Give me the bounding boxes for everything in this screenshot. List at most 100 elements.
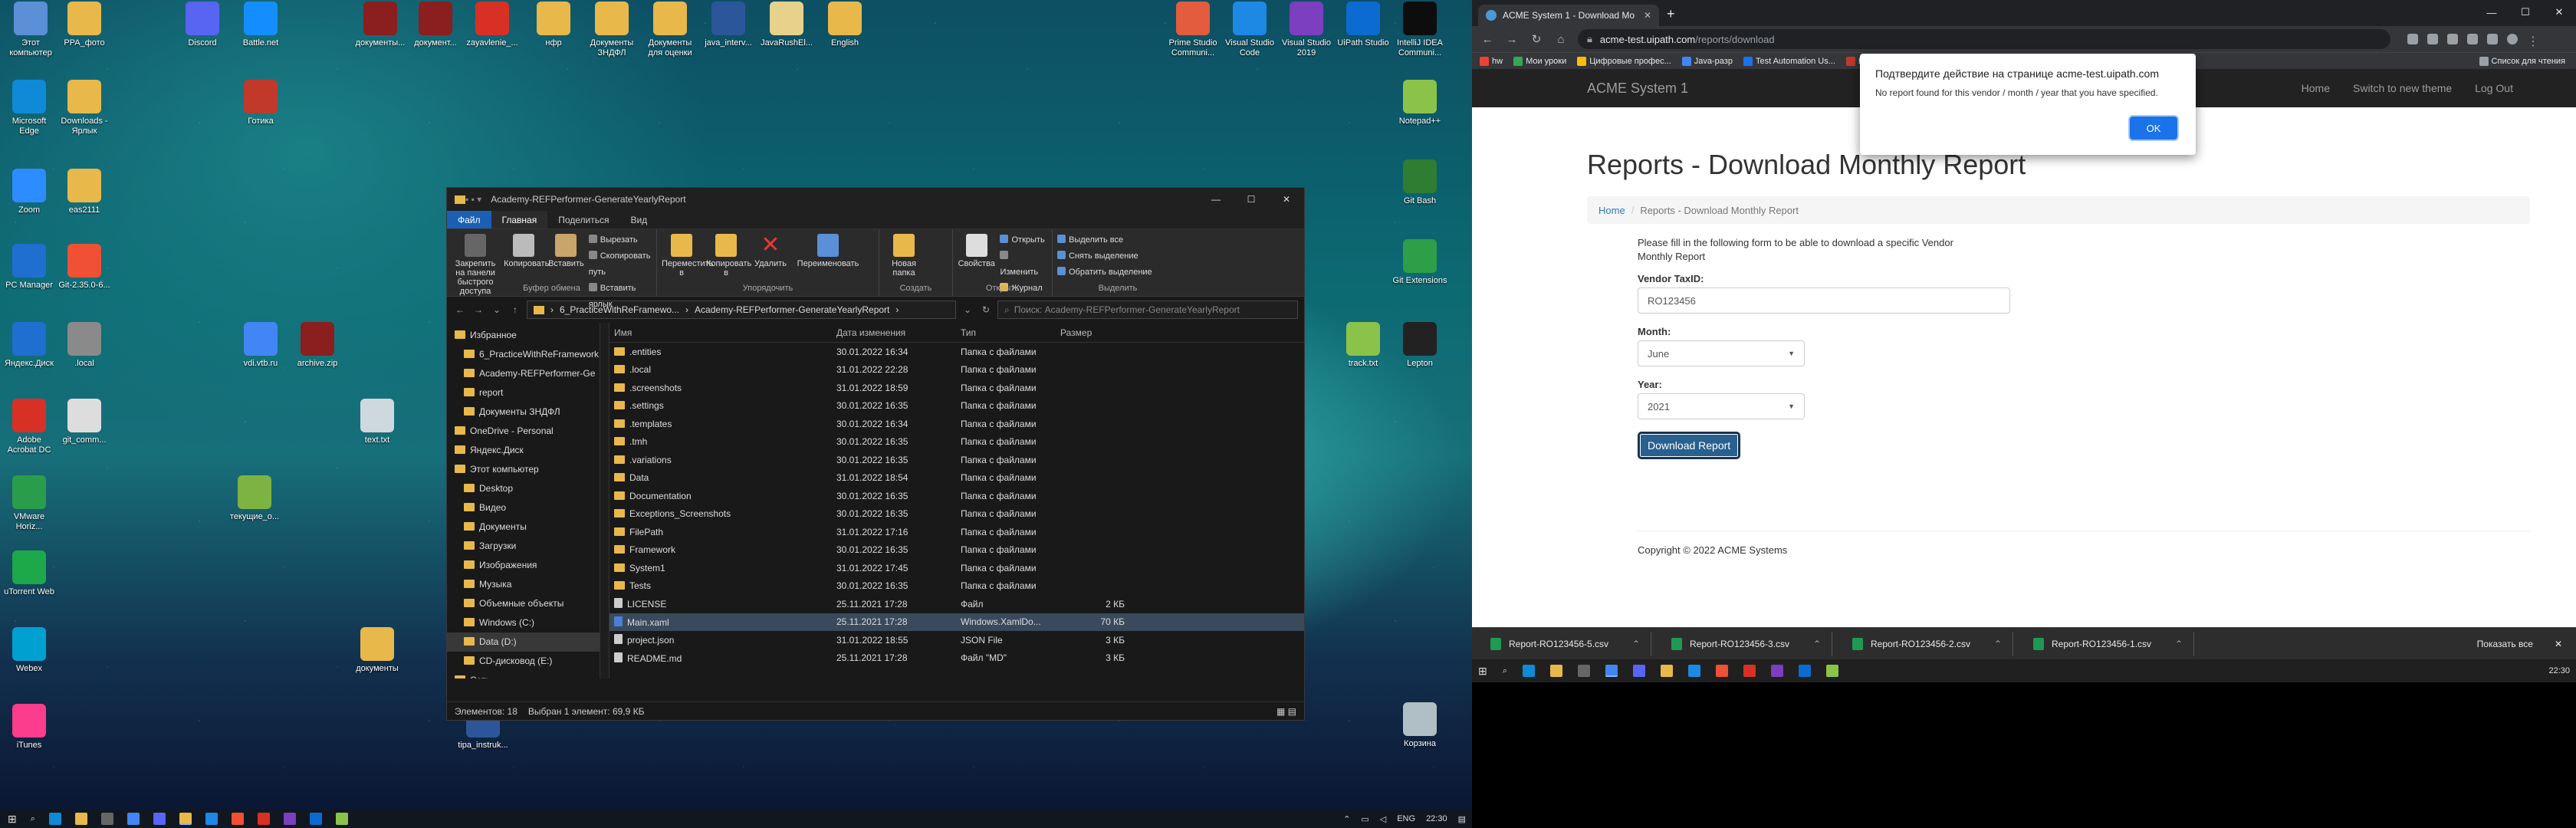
tree-item[interactable]: CD-дисковод (E:) [447,652,600,671]
desktop-icon[interactable]: English [817,2,872,48]
column-date[interactable]: Дата изменения [832,327,956,338]
star-icon[interactable] [2447,34,2458,44]
desktop-icon[interactable]: Adobe Acrobat DC [2,399,57,455]
explorer-active-taskbar-icon[interactable] [179,813,192,825]
discord-taskbar-icon[interactable] [153,813,166,825]
bookmark-item[interactable]: Цифровые профес... [1577,56,1671,66]
desktop-icon[interactable]: документы... [353,2,408,48]
file-row[interactable]: System1 31.01.2022 17:45 Папка с файлами [610,559,1304,577]
path-segment[interactable]: Academy-REFPerformer-GenerateYearlyRepor… [695,304,889,315]
tree-item[interactable]: 6_PracticeWithReFramework [447,345,600,364]
tree-item[interactable]: Data (D:) [447,632,600,652]
windows-start-icon[interactable]: ⊞ [1478,665,1487,678]
desktop-icon[interactable]: Microsoft Edge [2,80,57,136]
desktop-icon[interactable]: java_interv... [701,2,756,48]
edit-button[interactable]: Изменить [1000,248,1047,281]
acrobat-taskbar-icon[interactable] [257,813,270,825]
desktop-icon[interactable]: track.txt [1336,322,1391,369]
file-row[interactable]: .screenshots 31.01.2022 18:59 Папка с файл… [610,379,1304,397]
desktop-icon[interactable]: eas2111 [57,169,112,215]
vendor-taxid-input[interactable]: RO123456 [1638,288,2010,314]
tree-item[interactable]: Видео [447,498,600,518]
tab-file[interactable]: Файл [447,211,491,228]
download-item[interactable]: Report-RO123456-2.csv ⌃ [1845,631,2013,656]
store-taskbar-icon[interactable] [100,813,113,825]
select-none-button[interactable]: Снять выделение [1057,248,1152,264]
desktop-icon[interactable]: Battle.net [233,2,288,48]
tree-item[interactable]: Документы ЗНДФЛ [447,402,600,422]
explorer-taskbar-icon[interactable] [1660,665,1673,677]
download-item[interactable]: Report-RO123456-5.csv ⌃ [1483,631,1651,656]
uipath-taskbar-icon[interactable] [1798,665,1811,677]
windows-start-icon[interactable]: ⊞ [8,813,17,826]
file-row[interactable]: .templates 30.01.2022 16:34 Папка с файлам… [610,415,1304,433]
recent-chevron-icon[interactable]: ⌄ [490,304,504,315]
profile-icon[interactable] [2507,34,2518,44]
desktop-icon[interactable]: .local [57,322,112,369]
file-row[interactable]: LICENSE 25.11.2021 17:28 Файл 2 КБ [610,595,1304,613]
ok-button[interactable]: OK [2130,117,2177,140]
close-shelf-icon[interactable]: ✕ [2555,639,2562,649]
nav-logout-link[interactable]: Log Out [2475,82,2513,94]
desktop-icon[interactable]: Visual Studio Code [1222,2,1277,58]
desktop-icon[interactable]: нфр [526,2,581,48]
tree-item[interactable]: Музыка [447,575,600,594]
tab-home[interactable]: Главная [491,211,548,228]
desktop-icon[interactable]: uTorrent Web [2,550,57,597]
translate-icon[interactable] [2407,34,2418,44]
desktop-icon[interactable]: Этот компьютер [3,2,58,58]
desktop-icon[interactable]: Готика [233,80,288,127]
notification-icon[interactable]: ▤ [1458,814,1466,824]
chevron-up-icon[interactable]: ⌃ [1994,639,2002,649]
clock[interactable]: 22:30 [1426,814,1447,823]
file-row[interactable]: .variations 30.01.2022 16:35 Папка с файла… [610,451,1304,469]
git-taskbar-icon[interactable] [231,813,244,825]
tree-item[interactable]: report [447,383,600,402]
store-taskbar-icon[interactable] [1577,665,1590,677]
acrobat-taskbar-icon[interactable] [1743,665,1756,677]
select-all-button[interactable]: Выделить все [1057,232,1152,248]
column-type[interactable]: Тип [956,327,1056,338]
browser-tab[interactable]: ACME System 1 - Download Mo ✕ [1478,5,1659,26]
tree-item[interactable]: Избранное [447,326,600,345]
desktop-icon[interactable]: Яндекс.Диск [2,322,57,369]
close-button[interactable]: ✕ [1269,188,1304,211]
quick-access-icons[interactable]: ▪ ▪ ▾ [465,194,481,205]
desktop-icon[interactable]: Prime Studio Communi... [1165,2,1221,58]
file-row[interactable]: Documentation 30.01.2022 16:35 Папка с фай… [610,487,1304,505]
desktop-icon[interactable]: Git-2.35.0-6... [57,244,112,291]
explorer-taskbar-icon[interactable] [74,813,87,825]
desktop-icon[interactable]: git_comm... [57,399,112,445]
app-taskbar-icon[interactable] [283,813,296,825]
network-icon[interactable]: ▭ [1361,814,1368,824]
refresh-icon[interactable]: ↻ [979,304,993,315]
year-select[interactable]: 2021 ▼ [1638,393,1805,419]
tree-item[interactable]: Загрузки [447,537,600,556]
navigation-scrollbar[interactable] [600,323,610,678]
desktop-icon[interactable]: Webex [2,627,57,674]
file-row[interactable]: .settings 30.01.2022 16:35 Папка с файлами [610,397,1304,416]
vscode-taskbar-icon[interactable] [1687,665,1700,677]
desktop-icon[interactable]: iTunes [2,704,57,751]
back-arrow-icon[interactable]: ← [1480,33,1495,46]
explorer-taskbar-icon[interactable] [1549,665,1562,677]
file-row[interactable]: .tmh 30.01.2022 16:35 Папка с файлами [610,433,1304,452]
maximize-button[interactable]: ☐ [2509,0,2542,25]
tree-item[interactable]: Desktop [447,479,600,498]
column-size[interactable]: Размер [1056,327,1125,338]
file-row[interactable]: .entities 30.01.2022 16:34 Папка с файлами [610,343,1304,361]
month-select[interactable]: June ▼ [1638,340,1805,366]
minimize-button[interactable]: — [1198,188,1234,211]
download-item[interactable]: Report-RO123456-1.csv ⌃ [2026,631,2194,656]
tree-item[interactable]: Яндекс.Диск [447,441,600,460]
bookmark-item[interactable]: hw [1480,56,1503,66]
cut-button[interactable]: Вырезать [588,232,652,248]
forward-arrow-icon[interactable]: → [472,304,485,315]
desktop-icon[interactable]: Lepton [1392,322,1447,369]
discord-taskbar-icon[interactable] [1632,665,1645,677]
desktop-icon[interactable]: Visual Studio 2019 [1279,2,1334,58]
search-icon[interactable]: ⌕ [1503,666,1507,676]
menu-dots-icon[interactable]: ⋮ [2527,34,2539,48]
file-row[interactable]: Main.xaml 25.11.2021 17:28 Windows.XamlDo.… [610,613,1304,631]
tree-item[interactable]: Academy-REFPerformer-Ge [447,364,600,383]
